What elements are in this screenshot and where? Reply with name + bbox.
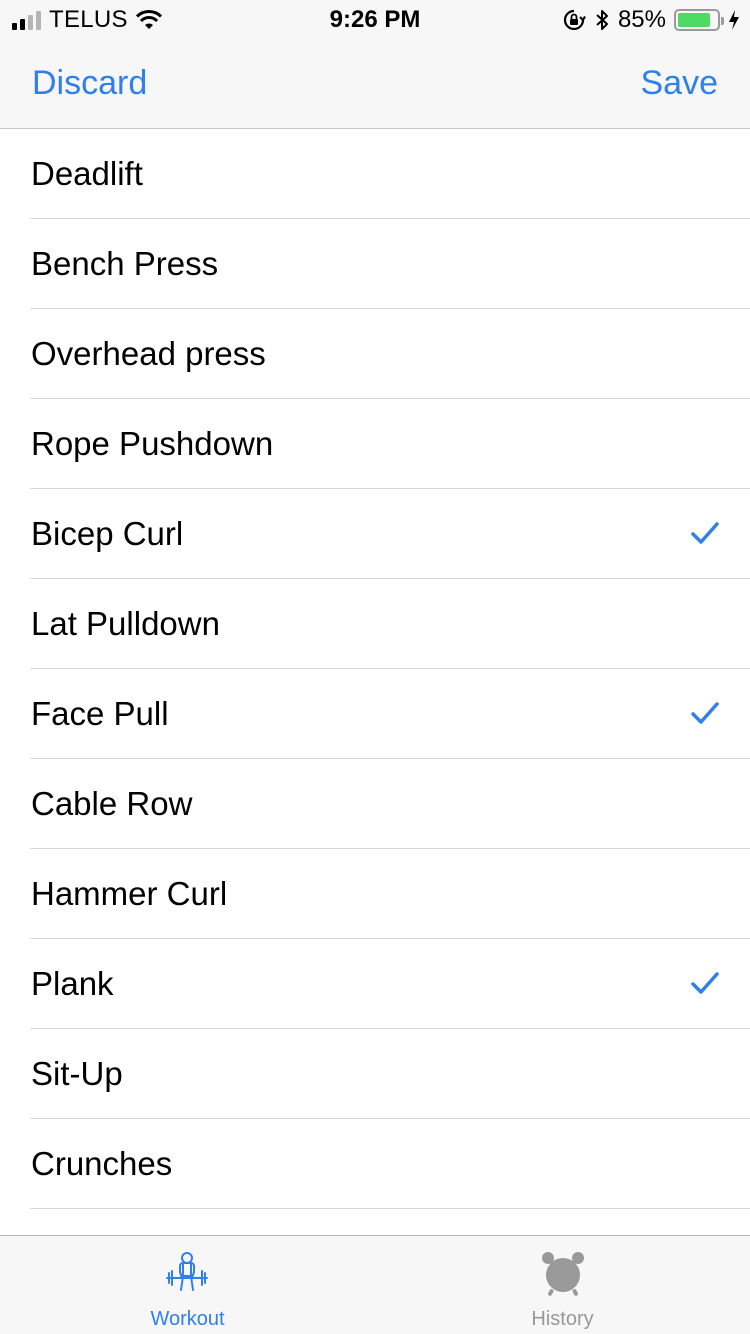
list-item[interactable]: Plank [0, 939, 750, 1029]
screen: TELUS 9:26 PM 85% Discard Save Deadlift … [0, 0, 750, 1334]
list-item[interactable]: Lat Pulldown [0, 579, 750, 669]
list-item[interactable]: Sit-Up [0, 1029, 750, 1119]
tab-history[interactable]: History [375, 1236, 750, 1334]
exercise-label: Face Pull [31, 695, 169, 732]
tab-workout-label: Workout [150, 1308, 225, 1330]
exercise-label: Rope Pushdown [31, 425, 274, 462]
orientation-lock-icon [563, 9, 586, 31]
exercise-label: Overhead press [31, 335, 266, 372]
exercise-label: Sit-Up [31, 1055, 123, 1092]
battery-cap [721, 17, 724, 25]
weightlifter-icon [166, 1252, 208, 1291]
battery-percent: 85% [617, 6, 666, 33]
exercise-label: Deadlift [31, 155, 143, 192]
list-item[interactable]: Bench Press [0, 219, 750, 309]
discard-button[interactable]: Discard [32, 64, 147, 103]
bluetooth-icon [596, 10, 608, 30]
tab-workout[interactable]: Workout [0, 1236, 375, 1334]
alarm-clock-icon [542, 1252, 584, 1296]
list-item[interactable]: Crunches [0, 1119, 750, 1209]
status-bar: TELUS 9:26 PM 85% [0, 0, 750, 40]
exercise-label: Cable Row [31, 785, 193, 822]
exercise-label: Hammer Curl [31, 875, 228, 912]
list-item[interactable]: Overhead press [0, 309, 750, 399]
save-button[interactable]: Save [641, 64, 719, 103]
exercise-list: Deadlift Bench Press Overhead press Rope Pu… [0, 129, 750, 1209]
exercise-label: Crunches [31, 1145, 173, 1182]
navigation-bar: Discard Save [0, 40, 750, 129]
battery-icon [674, 9, 724, 31]
list-item[interactable]: Rope Pushdown [0, 399, 750, 489]
exercise-label: Bench Press [31, 245, 219, 282]
exercise-label: Bicep Curl [31, 515, 184, 552]
charging-bolt-icon [729, 10, 739, 30]
list-item[interactable]: Face Pull [0, 669, 750, 759]
battery-level [678, 13, 711, 27]
tab-bar: Workout History [0, 1235, 750, 1334]
list-item[interactable]: Bicep Curl [0, 489, 750, 579]
tab-history-label: History [531, 1308, 594, 1330]
list-item[interactable]: Hammer Curl [0, 849, 750, 939]
list-item[interactable]: Deadlift [0, 129, 750, 219]
checkmark-icon [691, 972, 719, 994]
status-right: 85% [562, 6, 740, 34]
list-item[interactable]: Cable Row [0, 759, 750, 849]
exercise-label: Lat Pulldown [31, 605, 220, 642]
exercise-label: Plank [31, 965, 114, 1002]
checkmark-icon [691, 522, 719, 544]
checkmark-icon [691, 702, 719, 724]
